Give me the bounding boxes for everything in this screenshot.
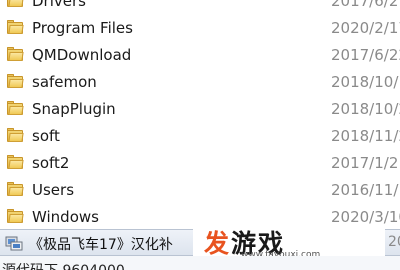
- file-name: QMDownload: [32, 45, 132, 64]
- file-name: SnapPlugin: [32, 99, 116, 118]
- folder-icon: [7, 128, 24, 142]
- status-bar: 源代码下 9604000: [0, 256, 400, 270]
- folder-icon: [7, 182, 24, 196]
- file-name: Program Files: [32, 18, 133, 37]
- folder-icon: [7, 101, 24, 115]
- file-date: 2017/6/2: [331, 0, 399, 10]
- file-name: soft: [32, 126, 60, 145]
- file-date: 2017/1/2: [331, 153, 399, 172]
- file-row[interactable]: soft2 2017/1/2: [0, 149, 400, 176]
- app-icon: [5, 234, 23, 251]
- folder-icon: [7, 74, 24, 88]
- folder-icon: [7, 0, 24, 7]
- file-name: safemon: [32, 72, 97, 91]
- folder-icon: [7, 209, 24, 223]
- file-date: 2018/10/1: [331, 72, 400, 91]
- file-date: 2020/3/10: [331, 207, 400, 226]
- file-row[interactable]: safemon 2018/10/1: [0, 68, 400, 95]
- file-row[interactable]: Drivers 2017/6/2: [0, 0, 400, 14]
- file-name: Drivers: [32, 0, 86, 10]
- file-date: 2020/2/17: [331, 18, 400, 37]
- file-date: 2018/10/2: [331, 99, 400, 118]
- file-name: Users: [32, 180, 75, 199]
- folder-icon: [7, 47, 24, 61]
- file-row[interactable]: SnapPlugin 2018/10/2: [0, 95, 400, 122]
- file-name: Windows: [32, 207, 99, 226]
- file-date: 2017/6/22: [331, 45, 400, 64]
- file-list: Drivers 2017/6/2 Program Files 2020/2/17 QMD…: [0, 0, 400, 229]
- file-row[interactable]: soft 2018/11/2: [0, 122, 400, 149]
- file-date: 2016/11/1: [331, 180, 400, 199]
- file-date: 2018/11/2: [331, 126, 400, 145]
- file-name: soft2: [32, 153, 70, 172]
- folder-icon: [7, 155, 24, 169]
- taskbar-item-title: 《极品飞车17》汉化补: [29, 237, 173, 253]
- status-bar-text: 源代码下 9604000: [2, 260, 125, 270]
- file-row[interactable]: Users 2016/11/1: [0, 176, 400, 203]
- file-row[interactable]: QMDownload 2017/6/22: [0, 41, 400, 68]
- file-row[interactable]: Program Files 2020/2/17: [0, 14, 400, 41]
- watermark-brand-part1: 发: [204, 229, 232, 258]
- taskbar-item-date: 20: [388, 234, 400, 250]
- folder-icon: [7, 20, 24, 34]
